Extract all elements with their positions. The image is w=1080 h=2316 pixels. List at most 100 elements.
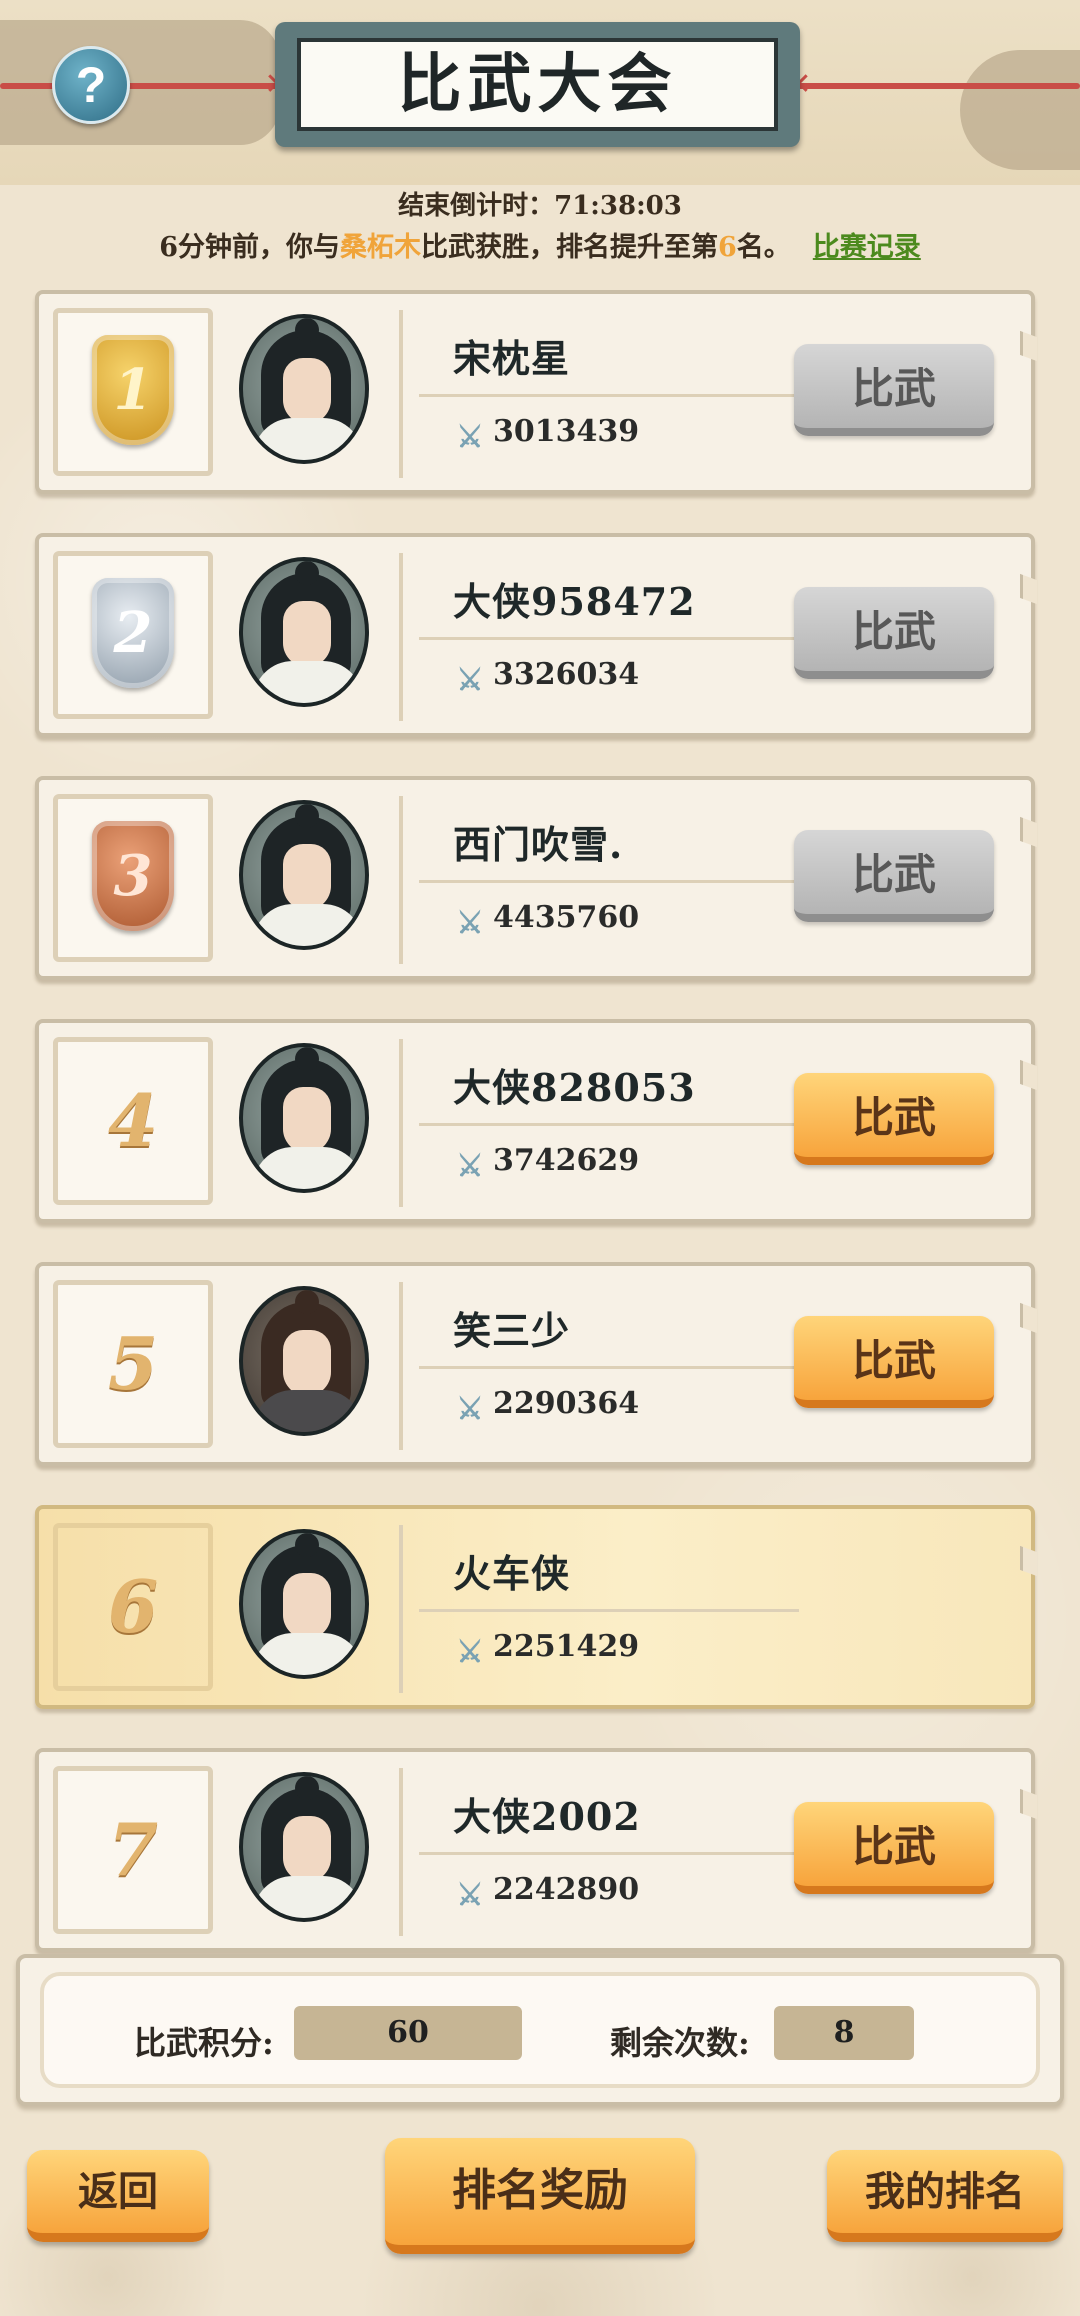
player-name: 大侠2002	[453, 1794, 641, 1839]
divider	[419, 1123, 799, 1126]
avatar-robe	[253, 1876, 363, 1918]
combat-power: ⚔ 4435760	[453, 900, 640, 941]
avatar-bun	[295, 1047, 319, 1071]
countdown-label: 结束倒计时：	[398, 191, 555, 221]
rank-row: 2 大侠958472 ⚔ 3326034 比武	[35, 533, 1037, 737]
combat-power: ⚔ 2242890	[453, 1872, 640, 1913]
fight-button[interactable]: 比武	[794, 587, 994, 679]
avatar-bun	[295, 804, 319, 828]
bronze-medal-icon: 3	[92, 821, 174, 931]
header-decoration-right	[960, 50, 1080, 170]
combat-power-value: 3742629	[493, 1143, 640, 1178]
avatar[interactable]	[239, 557, 369, 707]
avatar-face	[283, 358, 331, 424]
combat-power-value: 3326034	[493, 657, 640, 692]
fight-button[interactable]: 比武	[794, 344, 994, 436]
fight-button[interactable]: 比武	[794, 1073, 994, 1165]
combat-power: ⚔ 3013439	[453, 414, 640, 455]
divider	[419, 1852, 799, 1855]
player-info: 西门吹雪. ⚔ 4435760	[399, 796, 803, 964]
rank-row-self: 6 火车侠 ⚔ 2251429	[35, 1505, 1037, 1709]
rank-box: 5	[53, 1280, 213, 1448]
player-name: 大侠828053	[453, 1065, 696, 1110]
avatar-face	[283, 1573, 331, 1639]
combat-power: ⚔ 2290364	[453, 1386, 640, 1427]
card-notch	[1020, 1059, 1037, 1091]
player-name: 西门吹雪.	[453, 822, 624, 867]
avatar-robe	[253, 1633, 363, 1675]
avatar-robe	[253, 1390, 363, 1432]
player-name: 宋枕星	[453, 336, 571, 381]
back-button[interactable]: 返回	[27, 2150, 209, 2242]
divider	[419, 394, 799, 397]
rank-number: 5	[107, 1321, 159, 1406]
rank-box: 2	[53, 551, 213, 719]
player-name: 火车侠	[453, 1551, 571, 1596]
help-button[interactable]: ?	[52, 46, 130, 124]
combat-power-value: 2242890	[493, 1872, 640, 1907]
combat-power: ⚔ 3326034	[453, 657, 640, 698]
match-record-link[interactable]: 比赛记录	[813, 232, 921, 263]
gold-medal-icon: 1	[92, 335, 174, 445]
combat-power-value: 4435760	[493, 900, 640, 935]
rank-row: 1 宋枕星 ⚔ 3013439 比武	[35, 290, 1037, 494]
rank-box: 4	[53, 1037, 213, 1205]
avatar-robe	[253, 1147, 363, 1189]
score-panel-inner: 比武积分: 60 剩余次数: 8	[40, 1972, 1040, 2088]
player-info: 宋枕星 ⚔ 3013439	[399, 310, 803, 478]
notice-opponent: 桑柘木	[340, 232, 421, 263]
rank-number: 6	[107, 1564, 159, 1649]
avatar[interactable]	[239, 1286, 369, 1436]
rank-reward-button[interactable]: 排名奖励	[385, 2138, 695, 2254]
card-notch	[1020, 1545, 1037, 1577]
my-rank-button[interactable]: 我的排名	[827, 2150, 1063, 2242]
avatar-bun	[295, 561, 319, 585]
crossed-swords-icon: ⚔	[456, 1392, 484, 1427]
combat-power: ⚔ 3742629	[453, 1143, 640, 1184]
avatar[interactable]	[239, 1043, 369, 1193]
rank-number: 7	[107, 1807, 159, 1892]
countdown: 结束倒计时：71:38:03	[0, 185, 1080, 222]
avatar-bun	[295, 318, 319, 342]
avatar-robe	[253, 418, 363, 460]
player-info: 大侠828053 ⚔ 3742629	[399, 1039, 803, 1207]
score-value: 60	[294, 2006, 522, 2060]
rank-box: 3	[53, 794, 213, 962]
avatar[interactable]	[239, 800, 369, 950]
card-notch	[1020, 1302, 1037, 1334]
avatar-robe	[253, 904, 363, 946]
avatar-face	[283, 1330, 331, 1396]
divider	[419, 1609, 799, 1612]
avatar-face	[283, 1816, 331, 1882]
avatar[interactable]	[239, 314, 369, 464]
notice-prefix: 6分钟前，你与	[159, 232, 340, 263]
title-plate: 比武大会	[275, 22, 800, 147]
avatar[interactable]	[239, 1772, 369, 1922]
fight-button[interactable]: 比武	[794, 1802, 994, 1894]
avatar-face	[283, 1087, 331, 1153]
avatar-robe	[253, 661, 363, 703]
combat-power-value: 2290364	[493, 1386, 640, 1421]
player-name: 大侠958472	[453, 579, 696, 624]
rank-box: 6	[53, 1523, 213, 1691]
rope-right	[780, 83, 1080, 89]
card-notch	[1020, 816, 1037, 848]
combat-power: ⚔ 2251429	[453, 1629, 640, 1670]
avatar-face	[283, 844, 331, 910]
avatar[interactable]	[239, 1529, 369, 1679]
divider	[419, 637, 799, 640]
card-notch	[1020, 1788, 1037, 1820]
fight-button[interactable]: 比武	[794, 830, 994, 922]
remaining-label: 剩余次数:	[610, 2024, 750, 2062]
divider	[419, 1366, 799, 1369]
combat-power-value: 2251429	[493, 1629, 640, 1664]
rank-number: 4	[107, 1078, 159, 1163]
crossed-swords-icon: ⚔	[456, 420, 484, 455]
crossed-swords-icon: ⚔	[456, 1149, 484, 1184]
page-title: 比武大会	[297, 38, 778, 131]
fight-button[interactable]: 比武	[794, 1316, 994, 1408]
battle-notice: 6分钟前，你与桑柘木比武获胜，排名提升至第6名。 比赛记录	[0, 225, 1080, 264]
divider	[419, 880, 799, 883]
score-panel: 比武积分: 60 剩余次数: 8	[16, 1954, 1064, 2106]
notice-suffix: 名。	[736, 232, 791, 263]
